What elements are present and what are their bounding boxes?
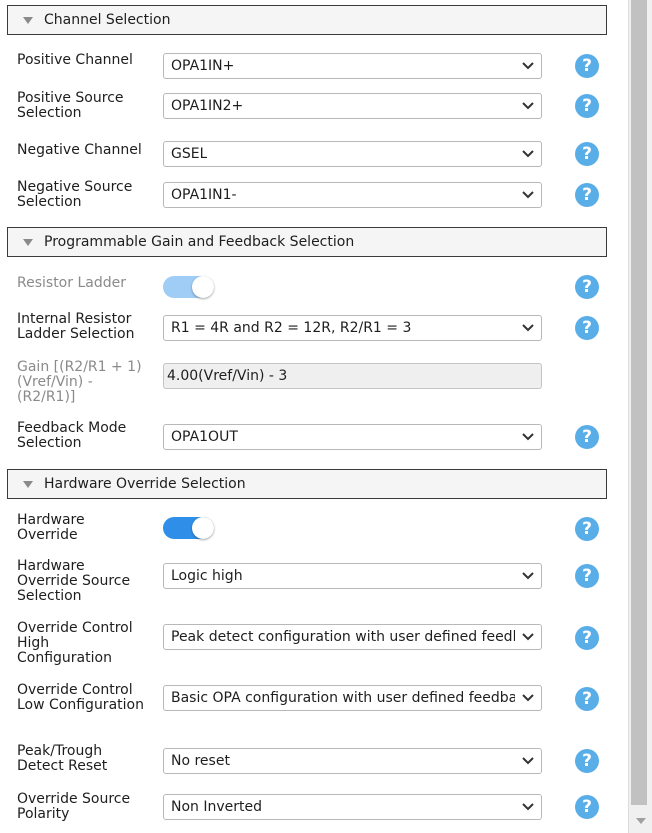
positive-channel-select[interactable]: OPA1IN+: [163, 53, 542, 79]
help-icon[interactable]: ?: [575, 94, 599, 118]
resistor-ladder-toggle[interactable]: [163, 276, 214, 298]
negative-source-value: OPA1IN1-: [171, 187, 237, 203]
hardware-override-label: Hardware Override: [17, 512, 85, 543]
gain-readonly-field: 4.00(Vref/Vin) - 3: [163, 363, 542, 389]
hw-override-source-select[interactable]: Logic high: [163, 563, 542, 589]
help-icon[interactable]: ?: [575, 54, 599, 78]
hardware-override-toggle[interactable]: [163, 517, 214, 539]
gain-label: Gain [(R2/R1 + 1)(Vref/Vin) - (R2/R1)]: [17, 359, 142, 405]
override-low-value: Basic OPA configuration with user define…: [171, 690, 515, 706]
override-high-select[interactable]: Peak detect configuration with user defi…: [163, 624, 542, 650]
help-icon[interactable]: ?: [575, 626, 599, 650]
chevron-down-icon: [522, 572, 534, 580]
chevron-down-icon: [522, 803, 534, 811]
feedback-mode-select[interactable]: OPA1OUT: [163, 424, 542, 450]
feedback-mode-label: Feedback Mode Selection: [17, 420, 127, 451]
chevron-down-icon: [522, 150, 534, 158]
feedback-mode-value: OPA1OUT: [171, 429, 238, 445]
chevron-down-icon: [522, 324, 534, 332]
help-icon[interactable]: ?: [575, 316, 599, 340]
internal-resistor-select[interactable]: R1 = 4R and R2 = 12R, R2/R1 = 3: [163, 315, 542, 341]
section-title: Hardware Override Selection: [44, 476, 246, 492]
section-header-channel-selection[interactable]: Channel Selection: [7, 5, 607, 35]
positive-source-select[interactable]: OPA1IN2+: [163, 93, 542, 119]
vertical-scrollbar[interactable]: [628, 0, 652, 833]
internal-resistor-value: R1 = 4R and R2 = 12R, R2/R1 = 3: [171, 320, 412, 336]
chevron-down-icon: [522, 757, 534, 765]
help-icon[interactable]: ?: [575, 425, 599, 449]
help-icon[interactable]: ?: [575, 183, 599, 207]
section-header-gain-feedback[interactable]: Programmable Gain and Feedback Selection: [7, 227, 607, 257]
collapse-triangle-icon: [23, 16, 33, 24]
peak-trough-select[interactable]: No reset: [163, 748, 542, 774]
peak-trough-label: Peak/Trough Detect Reset: [17, 743, 108, 774]
hw-override-source-value: Logic high: [171, 568, 243, 584]
resistor-ladder-label: Resistor Ladder: [17, 275, 126, 291]
section-title: Channel Selection: [44, 12, 171, 28]
override-polarity-value: Non Inverted: [171, 799, 263, 815]
chevron-down-icon: [522, 433, 534, 441]
help-icon[interactable]: ?: [575, 564, 599, 588]
scroll-down-arrow-icon[interactable]: [629, 808, 652, 833]
override-polarity-label: Override Source Polarity: [17, 791, 131, 822]
negative-channel-value: GSEL: [171, 146, 208, 162]
chevron-down-icon: [522, 633, 534, 641]
collapse-triangle-icon: [23, 480, 33, 488]
positive-source-label: Positive Source Selection: [17, 90, 124, 121]
hw-override-source-label: Hardware Override Source Selection: [17, 558, 131, 604]
internal-resistor-label: Internal Resistor Ladder Selection: [17, 311, 135, 342]
collapse-triangle-icon: [23, 238, 33, 246]
section-header-hardware-override[interactable]: Hardware Override Selection: [7, 469, 607, 499]
help-icon[interactable]: ?: [575, 795, 599, 819]
positive-channel-value: OPA1IN+: [171, 58, 235, 74]
help-icon[interactable]: ?: [575, 749, 599, 773]
help-icon[interactable]: ?: [575, 275, 599, 299]
chevron-down-icon: [522, 102, 534, 110]
scrollbar-thumb[interactable]: [631, 0, 647, 805]
chevron-down-icon: [522, 191, 534, 199]
negative-channel-select[interactable]: GSEL: [163, 141, 542, 167]
override-high-label: Override Control High Configuration: [17, 620, 133, 666]
help-icon[interactable]: ?: [575, 517, 599, 541]
negative-channel-label: Negative Channel: [17, 142, 142, 158]
help-icon[interactable]: ?: [575, 687, 599, 711]
negative-source-select[interactable]: OPA1IN1-: [163, 182, 542, 208]
negative-source-label: Negative Source Selection: [17, 179, 133, 210]
section-title: Programmable Gain and Feedback Selection: [44, 234, 355, 250]
positive-source-value: OPA1IN2+: [171, 98, 244, 114]
chevron-down-icon: [522, 62, 534, 70]
override-low-select[interactable]: Basic OPA configuration with user define…: [163, 685, 542, 711]
positive-channel-label: Positive Channel: [17, 52, 133, 68]
toggle-knob: [192, 517, 214, 539]
override-polarity-select[interactable]: Non Inverted: [163, 794, 542, 820]
help-icon[interactable]: ?: [575, 142, 599, 166]
override-low-label: Override Control Low Configuration: [17, 682, 144, 713]
properties-panel: Channel Selection Positive Channel OPA1I…: [0, 0, 628, 833]
override-high-value: Peak detect configuration with user defi…: [171, 629, 515, 645]
toggle-knob: [192, 276, 214, 298]
peak-trough-value: No reset: [171, 753, 230, 769]
chevron-down-icon: [522, 694, 534, 702]
